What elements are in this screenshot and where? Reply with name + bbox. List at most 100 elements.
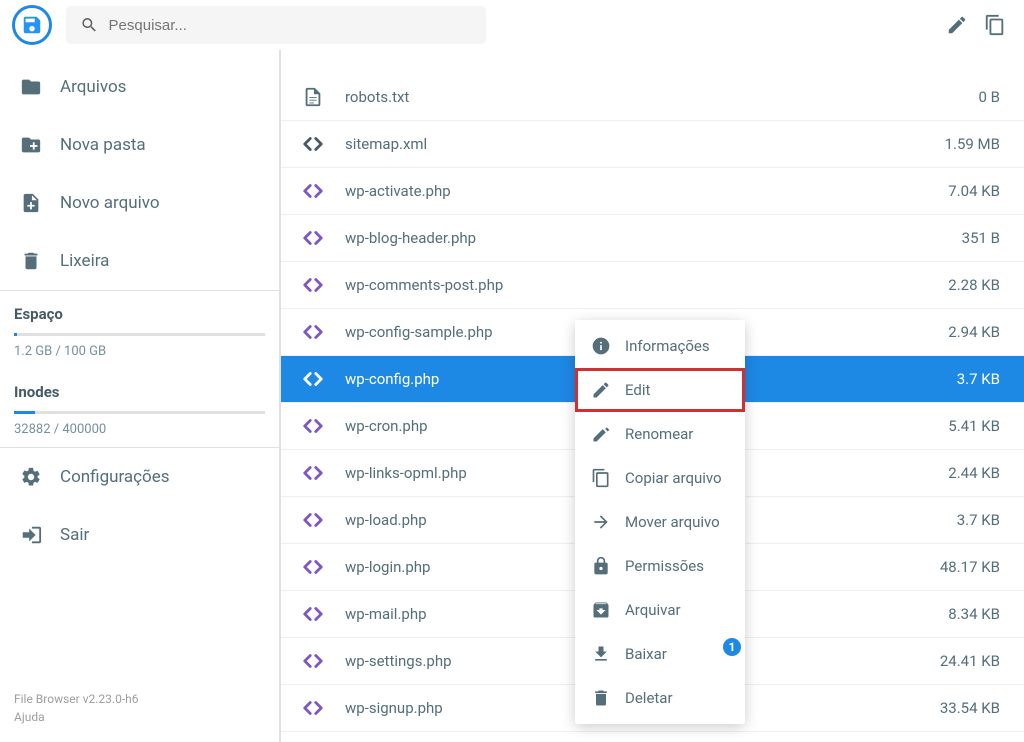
usage-space-text: 1.2 GB / 100 GB (14, 344, 265, 359)
ctx-label: Baixar (625, 645, 667, 663)
ctx-copy[interactable]: Copiar arquivo (575, 456, 745, 500)
file-size: 7.04 KB (948, 182, 1000, 200)
ctx-info[interactable]: Informações (575, 324, 745, 368)
usage-inodes: Inodes 32882 / 400000 (0, 369, 279, 447)
file-size: 33.54 KB (940, 699, 1000, 717)
ctx-edit[interactable]: Edit (575, 368, 745, 412)
file-row[interactable]: wp-blog-header.php 351 B (281, 215, 1024, 262)
pencil-icon (591, 380, 611, 400)
file-icon-wrap (299, 133, 327, 155)
ctx-label: Deletar (625, 689, 673, 707)
code-icon (302, 603, 324, 625)
folder-icon (20, 76, 42, 98)
usage-space-bar (14, 333, 265, 336)
new-folder-icon (20, 134, 42, 156)
code-icon (302, 556, 324, 578)
rename-icon (591, 424, 611, 444)
code-icon (302, 227, 324, 249)
trash-icon (591, 688, 611, 708)
sidebar-item-trash[interactable]: Lixeira (0, 232, 279, 290)
code-icon (302, 180, 324, 202)
file-icon-wrap (299, 415, 327, 437)
sidebar-item-new-folder[interactable]: Nova pasta (0, 116, 279, 174)
ctx-move[interactable]: Mover arquivo (575, 500, 745, 544)
file-icon-wrap (299, 650, 327, 672)
code-icon (302, 650, 324, 672)
download-icon (591, 644, 611, 664)
file-name: wp-comments-post.php (345, 276, 948, 294)
search-box[interactable] (66, 6, 486, 44)
usage-inodes-bar (14, 411, 265, 414)
code-icon (302, 697, 324, 719)
file-size: 24.41 KB (940, 652, 1000, 670)
file-icon-wrap (299, 697, 327, 719)
sidebar-item-label: Nova pasta (60, 135, 146, 155)
file-icon-wrap (299, 556, 327, 578)
code-icon (302, 462, 324, 484)
ctx-label: Informações (625, 337, 710, 355)
file-row[interactable]: wp-trackback.php 4.77 KB (281, 732, 1024, 742)
usage-inodes-text: 32882 / 400000 (14, 422, 265, 437)
sidebar-item-label: Novo arquivo (60, 193, 160, 213)
file-icon-wrap (299, 180, 327, 202)
file-icon-wrap (299, 321, 327, 343)
floppy-disk-icon (21, 14, 43, 36)
lock-icon (591, 556, 611, 576)
code-icon (302, 321, 324, 343)
trash-icon (20, 250, 42, 272)
sidebar-item-exit[interactable]: Sair (0, 506, 279, 564)
file-icon-wrap (299, 603, 327, 625)
search-icon (80, 15, 99, 35)
usage-inodes-label: Inodes (14, 383, 265, 401)
file-row[interactable]: robots.txt 0 B (281, 74, 1024, 121)
ctx-archive[interactable]: Arquivar (575, 588, 745, 632)
sidebar-item-new-file[interactable]: Novo arquivo (0, 174, 279, 232)
file-size: 48.17 KB (940, 558, 1000, 576)
file-icon-wrap (299, 368, 327, 390)
file-icon (302, 86, 324, 108)
sidebar-item-settings[interactable]: Configurações (0, 448, 279, 506)
search-input[interactable] (109, 17, 472, 34)
archive-icon (591, 600, 611, 620)
file-row[interactable]: wp-activate.php 7.04 KB (281, 168, 1024, 215)
file-name: robots.txt (345, 88, 979, 106)
download-badge: 1 (723, 638, 741, 656)
file-size: 3.7 KB (957, 370, 1000, 388)
file-size: 2.44 KB (948, 464, 1000, 482)
help-link[interactable]: Ajuda (14, 708, 265, 726)
sidebar-item-label: Sair (60, 525, 89, 545)
code-icon (302, 133, 324, 155)
file-pane: robots.txt 0 B sitemap.xml 1.59 MB wp-ac… (280, 50, 1024, 742)
file-size: 1.59 MB (945, 135, 1000, 153)
file-size: 5.41 KB (948, 417, 1000, 435)
sidebar-item-label: Lixeira (60, 251, 109, 271)
file-icon-wrap (299, 227, 327, 249)
file-size: 0 B (979, 88, 1001, 106)
app-logo[interactable] (12, 5, 52, 45)
context-menu: Informações Edit Renomear Copiar arquivo… (575, 320, 745, 724)
pencil-icon[interactable] (946, 14, 968, 36)
file-size: 351 B (962, 229, 1000, 247)
sidebar-item-files[interactable]: Arquivos (0, 58, 279, 116)
file-row[interactable]: sitemap.xml 1.59 MB (281, 121, 1024, 168)
ctx-delete[interactable]: Deletar (575, 676, 745, 720)
file-name: wp-blog-header.php (345, 229, 962, 247)
file-row[interactable]: wp-comments-post.php 2.28 KB (281, 262, 1024, 309)
header-actions (946, 14, 1012, 36)
gear-icon (20, 466, 42, 488)
footer-info: File Browser v2.23.0-h6 Ajuda (0, 674, 279, 742)
file-size: 2.94 KB (948, 323, 1000, 341)
version-text: File Browser v2.23.0-h6 (14, 690, 265, 708)
ctx-rename[interactable]: Renomear (575, 412, 745, 456)
code-icon (302, 368, 324, 390)
copy-icon (591, 468, 611, 488)
sidebar-item-label: Arquivos (60, 77, 126, 97)
copy-icon[interactable] (984, 14, 1006, 36)
ctx-label: Arquivar (625, 601, 681, 619)
code-icon (302, 274, 324, 296)
ctx-download[interactable]: Baixar 1 (575, 632, 745, 676)
usage-space: Espaço 1.2 GB / 100 GB (0, 291, 279, 369)
ctx-permissions[interactable]: Permissões (575, 544, 745, 588)
file-size: 8.34 KB (948, 605, 1000, 623)
file-icon-wrap (299, 274, 327, 296)
